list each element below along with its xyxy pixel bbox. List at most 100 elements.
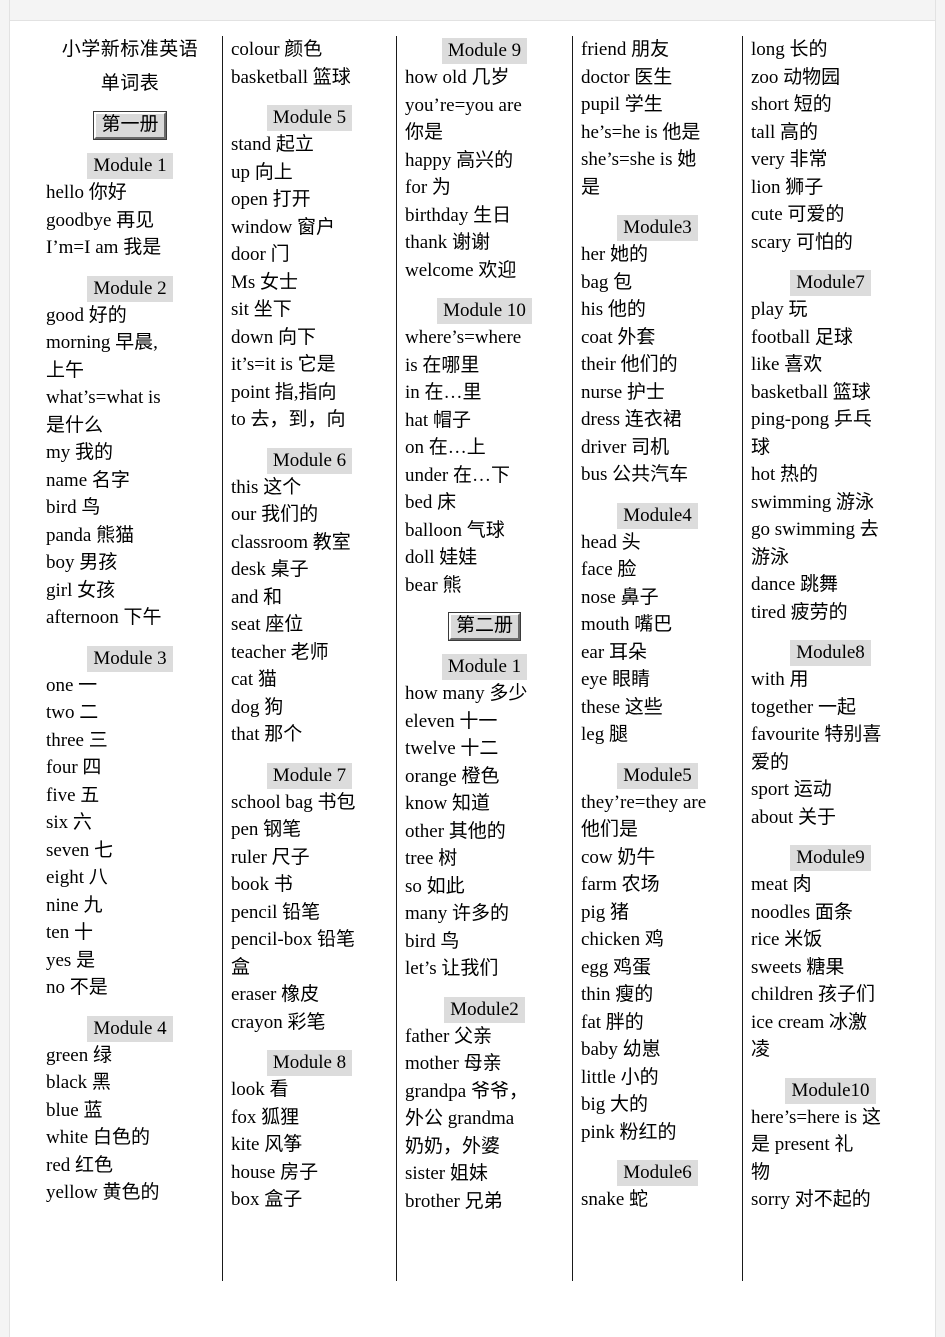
module-heading-label: Module9: [790, 845, 871, 871]
vocabulary-entry: here’s=here is 这: [751, 1106, 881, 1128]
vocabulary-entry: 盒: [231, 956, 251, 978]
vocabulary-entry: colour 颜色: [231, 39, 323, 60]
vocabulary-entry: yellow 黄色的: [46, 1182, 160, 1203]
vocabulary-entry: farm 农场: [581, 874, 660, 895]
vocabulary-entry: birthday 生日: [405, 204, 512, 226]
vocabulary-entry: classroom 教室: [231, 531, 351, 553]
vocabulary-columns: 小学新标准英语 单词表 第一册 Module 1 hello 你好 goodbye 再见 I…: [46, 36, 908, 1281]
vocabulary-entry: eraser 橡皮: [231, 984, 320, 1005]
module-heading-label: Module2: [444, 996, 525, 1023]
vocabulary-entry: box 盒子: [231, 1189, 303, 1210]
vocabulary-entry: bus 公共汽车: [581, 464, 689, 485]
vocabulary-entry: hello 你好: [46, 182, 127, 203]
vocabulary-entry: welcome 欢迎: [405, 259, 517, 281]
module-heading: Module 2: [46, 275, 214, 302]
module-heading-label: Module8: [790, 640, 871, 666]
vocabulary-entry: chicken 鸡: [581, 929, 664, 950]
vocabulary-entry: goodbye 再见: [46, 209, 155, 231]
vocabulary-entry: father 父亲: [405, 1025, 493, 1047]
vocabulary-entry: yes 是: [46, 949, 96, 971]
module-heading: Module 6: [231, 447, 388, 474]
vocabulary-entry: meat 肉: [751, 874, 812, 895]
vocabulary-entry: 物: [751, 1161, 771, 1183]
vocabulary-entry: in 在…里: [405, 382, 482, 403]
vocabulary-entry: orange 橙色: [405, 765, 500, 787]
vocabulary-entry: eight 八: [46, 867, 108, 888]
vocabulary-entry: together 一起: [751, 696, 857, 718]
vocabulary-entry: our 我们的: [231, 504, 319, 525]
module-heading: Module3: [581, 215, 734, 241]
document-page: 小学新标准英语 单词表 第一册 Module 1 hello 你好 goodbye 再见 I…: [0, 0, 945, 1337]
column-4: friend 朋友 doctor 医生 pupil 学生 he’s=he is 他是 s…: [572, 36, 742, 1281]
module-heading-label: Module4: [617, 502, 698, 529]
vocabulary-entry: this 这个: [231, 476, 302, 498]
vocabulary-entry: ruler 尺子: [231, 846, 310, 868]
vocabulary-entry: ear 耳朵: [581, 641, 647, 663]
vocabulary-entry: 外公 grandma: [405, 1108, 515, 1129]
vocabulary-entry: she’s=she is 她: [581, 149, 697, 170]
vocabulary-entry: driver 司机: [581, 436, 670, 458]
vocabulary-entry: white 白色的: [46, 1127, 150, 1148]
vocabulary-entry: twelve 十二: [405, 738, 499, 759]
vocabulary-entry: stand 起立: [231, 134, 314, 155]
vocabulary-entry: black 黑: [46, 1072, 111, 1093]
vocabulary-entry: dress 连衣裙: [581, 409, 682, 430]
vocabulary-entry: sorry 对不起的: [751, 1189, 871, 1210]
vocabulary-entry: green 绿: [46, 1044, 112, 1066]
vocabulary-entry: egg 鸡蛋: [581, 956, 652, 978]
module-heading: Module7: [751, 270, 908, 296]
vocabulary-entry: bear 熊: [405, 574, 462, 596]
vocabulary-entry: football 足球: [751, 326, 853, 348]
vocabulary-entry: grandpa 爷爷，: [405, 1080, 528, 1102]
module-heading-label: Module7: [790, 270, 871, 296]
vocabulary-entry: four 四: [46, 757, 102, 778]
vocabulary-entry: balloon 气球: [405, 519, 505, 541]
column-3: Module 9 how old 几岁 you’re=you are 你是 happy …: [396, 36, 572, 1281]
module-heading-label: Module 4: [87, 1015, 173, 1042]
vocabulary-entry: for 为: [405, 177, 451, 198]
vocabulary-entry: short 短的: [751, 94, 832, 115]
vocabulary-entry: her 她的: [581, 244, 649, 265]
vocabulary-entry: brother 兄弟: [405, 1190, 503, 1212]
column-5: long 长的 zoo 动物园 short 短的 tall 高的 very 非常 lion…: [742, 36, 908, 1281]
vocabulary-entry: they’re=they are: [581, 791, 707, 813]
vocabulary-entry: and 和: [231, 586, 283, 608]
vocabulary-entry: bird 鸟: [405, 930, 460, 952]
module-heading: Module5: [581, 762, 734, 789]
vocabulary-entry: so 如此: [405, 875, 465, 897]
vocabulary-entry: kite 风筝: [231, 1134, 303, 1155]
vocabulary-entry: three 三: [46, 729, 108, 751]
vocabulary-entry: fox 狐狸: [231, 1106, 300, 1128]
vocabulary-entry: six 六: [46, 812, 92, 833]
module-heading-label: Module 2: [87, 275, 173, 302]
vocabulary-entry: thank 谢谢: [405, 232, 490, 253]
module-heading-label: Module10: [785, 1077, 876, 1104]
vocabulary-entry: pen 钢笔: [231, 819, 302, 840]
vocabulary-entry: dog 狗: [231, 696, 284, 718]
vocabulary-entry: desk 桌子: [231, 559, 309, 580]
vocabulary-entry: on 在…上: [405, 437, 486, 458]
module-heading: Module 10: [405, 298, 564, 324]
vocabulary-entry: up 向上: [231, 161, 293, 183]
vocabulary-entry: go swimming 去: [751, 519, 879, 540]
vocabulary-entry: window 窗户: [231, 216, 335, 238]
vocabulary-entry: eleven 十一: [405, 710, 498, 732]
vocabulary-entry: name 名字: [46, 469, 130, 491]
vocabulary-entry: children 孩子们: [751, 984, 876, 1005]
page-top-edge: [0, 0, 945, 21]
vocabulary-entry: ten 十: [46, 922, 93, 943]
vocabulary-entry: crayon 彩笔: [231, 1011, 326, 1033]
vocabulary-entry: very 非常: [751, 149, 828, 170]
vocabulary-entry: doctor 医生: [581, 66, 673, 88]
vocabulary-entry: door 门: [231, 244, 290, 265]
module-heading-label: Module 8: [266, 1050, 353, 1076]
vocabulary-entry: nurse 护士: [581, 381, 665, 403]
vocabulary-entry: school bag 书包: [231, 791, 356, 813]
vocabulary-entry: little 小的: [581, 1066, 659, 1088]
vocabulary-entry: morning 早晨,: [46, 332, 158, 353]
vocabulary-entry: cow 奶牛: [581, 846, 656, 868]
vocabulary-entry: 上午: [46, 359, 85, 381]
vocabulary-entry: what’s=what is: [46, 387, 161, 408]
vocabulary-entry: girl 女孩: [46, 579, 116, 601]
vocabulary-entry: nose 鼻子: [581, 586, 659, 608]
